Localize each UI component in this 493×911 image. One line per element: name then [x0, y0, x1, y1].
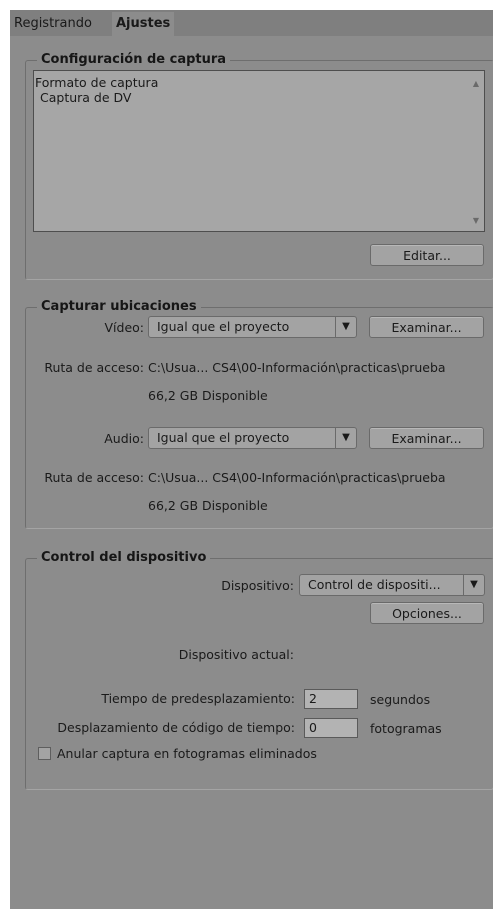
tab-bar: Registrando Ajustes	[10, 10, 493, 36]
list-item[interactable]: Captura de DV	[40, 90, 131, 105]
tab-registrando[interactable]: Registrando	[10, 12, 96, 36]
video-browse-button[interactable]: Examinar...	[369, 316, 484, 338]
capture-format-list[interactable]: Formato de captura Captura de DV ▲ ▼	[33, 70, 485, 232]
timecode-offset-label: Desplazamiento de código de tiempo:	[57, 720, 295, 735]
capture-locations-group	[25, 307, 493, 529]
video-path-label: Ruta de acceso:	[44, 360, 144, 375]
capture-panel: Registrando Ajustes Configuración de cap…	[10, 10, 493, 909]
audio-browse-button[interactable]: Examinar...	[369, 427, 484, 449]
video-label: Vídeo:	[104, 320, 144, 335]
preroll-unit: segundos	[370, 692, 431, 707]
list-scrollbar[interactable]: ▲ ▼	[468, 71, 484, 231]
abort-on-dropped-frames-checkbox[interactable]	[38, 747, 51, 760]
chevron-down-icon: ▼	[335, 317, 356, 337]
edit-button[interactable]: Editar...	[370, 244, 484, 266]
audio-available-space: 66,2 GB Disponible	[148, 498, 268, 513]
video-location-value: Igual que el proyecto	[157, 319, 290, 334]
video-available-space: 66,2 GB Disponible	[148, 388, 268, 403]
chevron-down-icon: ▼	[463, 575, 484, 595]
preroll-label: Tiempo de predesplazamiento:	[101, 691, 295, 706]
audio-path-value: C:\Usua... CS4\00-Información\practicas\…	[148, 470, 446, 485]
current-device-label: Dispositivo actual:	[178, 647, 294, 662]
audio-location-select[interactable]: Igual que el proyecto ▼	[148, 427, 357, 449]
capture-settings-title: Configuración de captura	[37, 52, 231, 68]
preroll-input[interactable]: 2	[304, 689, 358, 709]
chevron-down-icon: ▼	[335, 428, 356, 448]
capture-locations-title: Capturar ubicaciones	[37, 299, 201, 315]
device-control-title: Control del dispositivo	[37, 550, 211, 566]
abort-on-dropped-frames-label[interactable]: Anular captura en fotogramas eliminados	[57, 746, 317, 762]
scroll-down-icon[interactable]: ▼	[468, 216, 484, 225]
audio-location-value: Igual que el proyecto	[157, 430, 290, 445]
device-label: Dispositivo:	[221, 578, 294, 593]
options-button[interactable]: Opciones...	[370, 602, 484, 624]
timecode-offset-unit: fotogramas	[370, 721, 442, 736]
timecode-offset-input[interactable]: 0	[304, 718, 358, 738]
video-location-select[interactable]: Igual que el proyecto ▼	[148, 316, 357, 338]
scroll-up-icon[interactable]: ▲	[468, 79, 484, 88]
audio-label: Audio:	[104, 431, 144, 446]
list-item[interactable]: Formato de captura	[35, 75, 158, 90]
device-value: Control de dispositi...	[308, 577, 441, 592]
video-path-value: C:\Usua... CS4\00-Información\practicas\…	[148, 360, 446, 375]
device-select[interactable]: Control de dispositi... ▼	[299, 574, 485, 596]
audio-path-label: Ruta de acceso:	[44, 470, 144, 485]
tab-ajustes[interactable]: Ajustes	[112, 12, 175, 36]
